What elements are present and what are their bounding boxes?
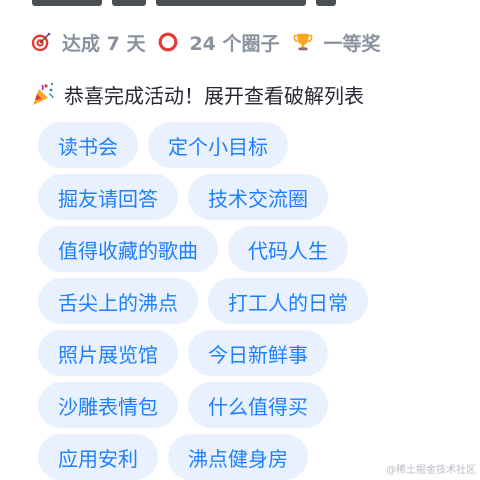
tag-row: 舌尖上的沸点 打工人的日常 (38, 278, 438, 324)
circle-tag[interactable]: 沙雕表情包 (38, 382, 178, 428)
circle-tag[interactable]: 今日新鲜事 (188, 330, 328, 376)
cut-off-heading (32, 0, 336, 6)
congrats-message: 恭喜完成活动！展开查看破解列表 (64, 83, 364, 108)
circle-tag[interactable]: 读书会 (38, 122, 138, 168)
trophy-icon (293, 33, 312, 51)
party-popper-icon (33, 82, 54, 105)
circle-tag[interactable]: 掘友请回答 (38, 174, 178, 220)
circle-tag-list: 读书会 定个小目标 掘友请回答 技术交流圈 值得收藏的歌曲 代码人生 舌尖上的沸… (38, 122, 438, 480)
tag-row: 照片展览馆 今日新鲜事 (38, 330, 438, 376)
stats-row: 达成 7 天 24 个圈子 一等奖 (30, 26, 381, 58)
days-achieved: 达成 7 天 (62, 32, 146, 55)
activity-result-panel: 达成 7 天 24 个圈子 一等奖 恭喜完成活动！展开查看破解列表 读书会 定个… (0, 0, 480, 480)
circle-tag[interactable]: 打工人的日常 (208, 278, 368, 324)
circle-tag[interactable]: 技术交流圈 (188, 174, 328, 220)
circle-tag[interactable]: 代码人生 (228, 226, 348, 272)
circle-tag[interactable]: 沸点健身房 (168, 434, 308, 480)
ring-icon (159, 32, 178, 52)
watermark: @稀土掘金技术社区 (386, 465, 476, 476)
circle-tag[interactable]: 应用安利 (38, 434, 158, 480)
circle-tag[interactable]: 舌尖上的沸点 (38, 278, 198, 324)
prize-level: 一等奖 (323, 32, 381, 55)
tag-row: 读书会 定个小目标 (38, 122, 438, 168)
circles-count: 24 个圈子 (189, 32, 280, 55)
tag-row: 应用安利 沸点健身房 (38, 434, 438, 480)
tag-row: 沙雕表情包 什么值得买 (38, 382, 438, 428)
congrats-line: 恭喜完成活动！展开查看破解列表 (30, 78, 364, 110)
circle-tag[interactable]: 值得收藏的歌曲 (38, 226, 218, 272)
circle-tag[interactable]: 什么值得买 (188, 382, 328, 428)
tag-row: 值得收藏的歌曲 代码人生 (38, 226, 438, 272)
tag-row: 掘友请回答 技术交流圈 (38, 174, 438, 220)
circle-tag[interactable]: 照片展览馆 (38, 330, 178, 376)
target-icon (31, 32, 51, 52)
circle-tag[interactable]: 定个小目标 (148, 122, 288, 168)
